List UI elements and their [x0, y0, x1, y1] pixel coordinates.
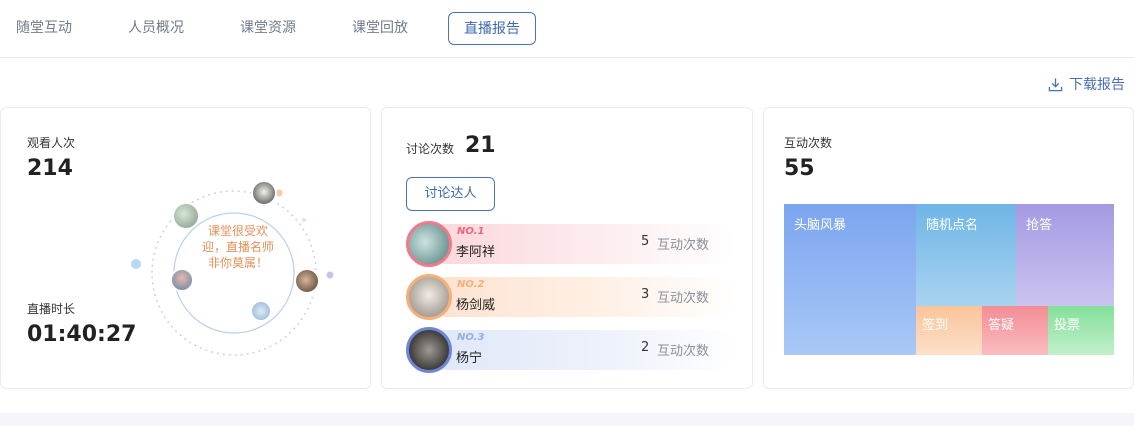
avatar [172, 202, 200, 230]
avatar [170, 268, 194, 292]
rank-name: 杨剑威 [456, 298, 496, 313]
tab-resources[interactable]: 课堂资源 [240, 12, 296, 45]
treemap-cell: 答疑 [982, 306, 1048, 355]
treemap-cell: 抢答 [1016, 204, 1114, 306]
avatar [250, 300, 272, 322]
rank-unit: 互动次数 [657, 291, 710, 306]
tab-live-report[interactable]: 直播报告 [448, 12, 536, 45]
avatar [294, 268, 320, 294]
list-item: NO.3 杨宁 2 互动次数 [406, 327, 736, 373]
treemap-cell: 头脑风暴 [784, 204, 916, 355]
tab-bar: 随堂互动 人员概况 课堂资源 课堂回放 直播报告 [0, 0, 1134, 58]
tab-people[interactable]: 人员概况 [128, 12, 184, 45]
duration-value: 01:40:27 [27, 322, 137, 347]
interaction-value: 55 [784, 156, 815, 181]
avatar [406, 327, 452, 373]
discussion-expert-button[interactable]: 讨论达人 [406, 177, 495, 211]
rank-count: 3 [641, 287, 650, 302]
rank-count: 5 [641, 234, 650, 249]
popularity-message: 课堂很受欢迎，直播名师非你莫属！ [201, 224, 274, 270]
discussion-card: 讨论次数 21 讨论达人 NO.1 李阿祥 5 互动次数 NO.2 杨剑威 3 … [381, 107, 753, 389]
interaction-treemap: 头脑风暴 随机点名 抢答 签到 答疑 投票 [784, 204, 1114, 355]
treemap-cell: 签到 [916, 306, 982, 355]
tab-interaction[interactable]: 随堂互动 [16, 12, 72, 45]
discussion-value: 21 [465, 133, 496, 158]
views-card: 观看人次 214 课堂很受欢迎，直播名师非你莫属！ 直播时长 01:40:27 [0, 107, 371, 389]
rank-count: 2 [641, 340, 650, 355]
treemap-cell: 投票 [1048, 306, 1114, 355]
interaction-card: 互动次数 55 头脑风暴 随机点名 抢答 签到 答疑 投票 [763, 107, 1134, 389]
rank-number: NO.1 [457, 226, 485, 237]
views-label: 观看人次 [27, 136, 76, 150]
avatar [251, 180, 277, 206]
avatar [406, 274, 452, 320]
duration-label: 直播时长 [27, 302, 76, 316]
interaction-label: 互动次数 [784, 136, 833, 150]
rank-number: NO.3 [457, 332, 485, 343]
rank-number: NO.2 [457, 279, 485, 290]
download-icon [1048, 77, 1063, 91]
treemap-cell: 随机点名 [916, 204, 1016, 306]
rank-name: 李阿祥 [456, 245, 496, 260]
download-label: 下载报告 [1069, 77, 1125, 93]
views-value: 214 [27, 156, 73, 181]
list-item: NO.1 李阿祥 5 互动次数 [406, 221, 736, 267]
download-report-button[interactable]: 下载报告 [1048, 74, 1125, 94]
rank-unit: 互动次数 [657, 238, 710, 253]
bottom-divider [0, 413, 1134, 426]
tab-playback[interactable]: 课堂回放 [352, 12, 408, 45]
discussion-label: 讨论次数 [406, 142, 455, 156]
rank-name: 杨宁 [456, 351, 483, 366]
avatar [406, 221, 452, 267]
list-item: NO.2 杨剑威 3 互动次数 [406, 274, 736, 320]
rank-unit: 互动次数 [657, 344, 710, 359]
